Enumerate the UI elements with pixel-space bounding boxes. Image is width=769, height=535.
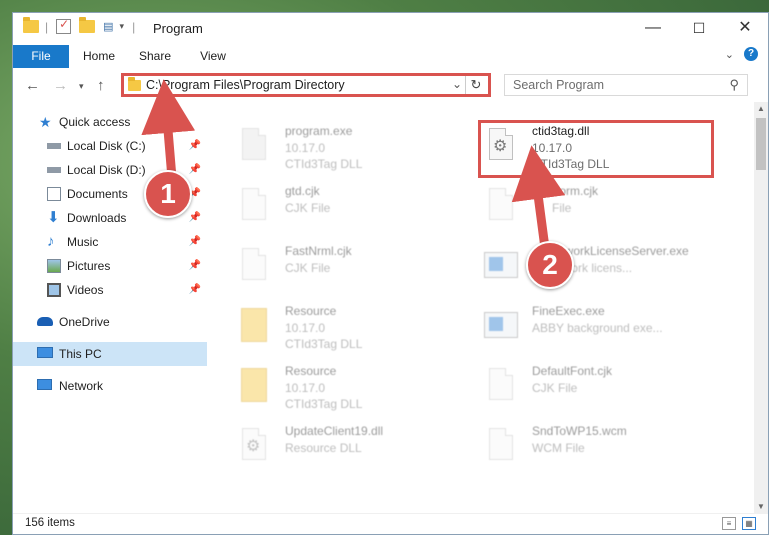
step-badge-2: 2 — [526, 241, 574, 289]
annotation-arrows — [141, 79, 566, 253]
step-badge-1: 1 — [144, 170, 192, 218]
arrow-to-address-bar — [141, 79, 196, 183]
arrow-to-dll-file — [511, 145, 566, 253]
